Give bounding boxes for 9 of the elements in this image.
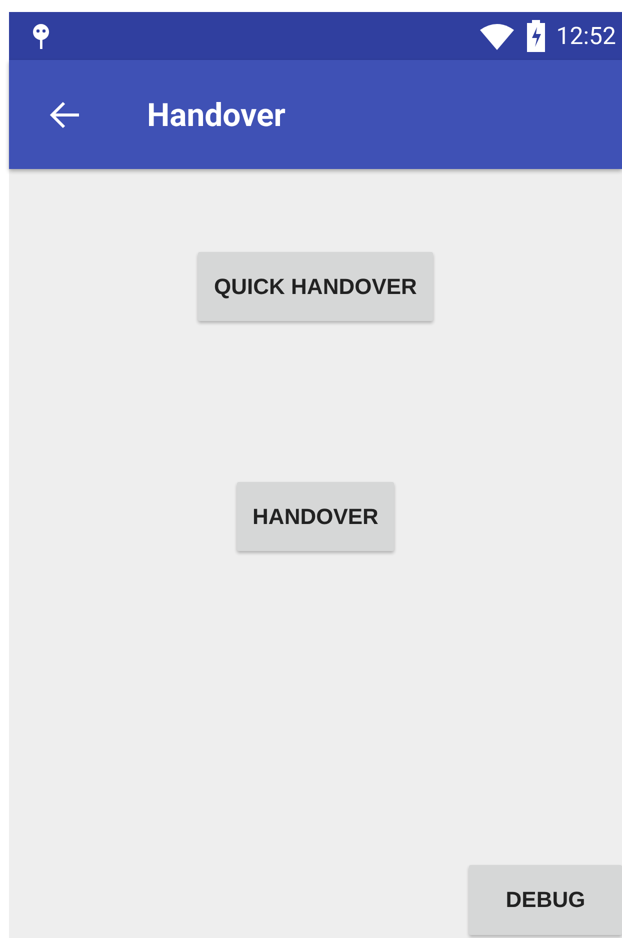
- handover-button[interactable]: HANDOVER: [236, 482, 394, 551]
- debug-button[interactable]: DEBUG: [469, 865, 622, 935]
- android-icon: [31, 22, 51, 50]
- status-time: 12:52: [556, 22, 616, 50]
- handover-button[interactable]: QUICK HANDOVER: [198, 252, 433, 321]
- screen-title: Handover: [147, 96, 286, 134]
- battery-charging-icon: [526, 20, 546, 52]
- back-arrow-icon[interactable]: [49, 100, 81, 128]
- wifi-icon: [480, 22, 514, 50]
